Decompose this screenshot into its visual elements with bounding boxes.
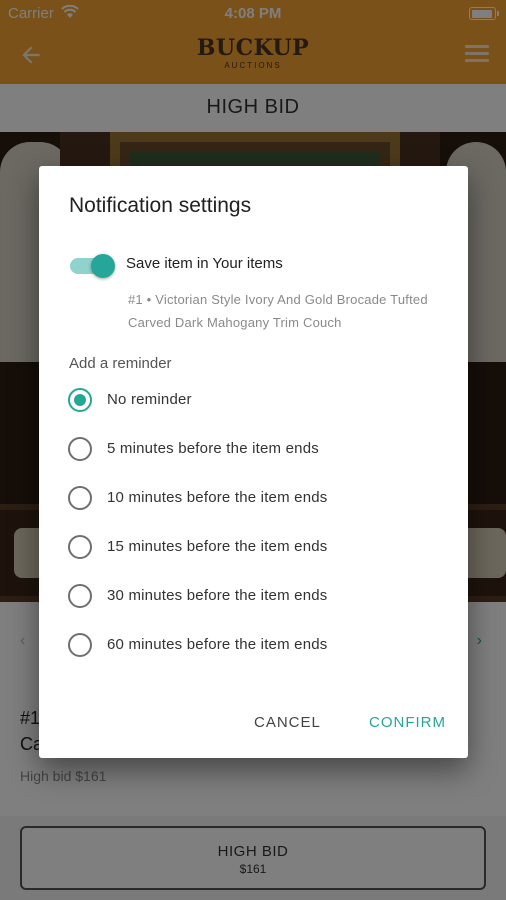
reminder-option-none[interactable]: No reminder <box>68 385 448 417</box>
reminder-option-60-min[interactable]: 60 minutes before the item ends <box>68 630 448 662</box>
notification-settings-dialog: Notification settings Save item in Your … <box>39 166 468 758</box>
save-item-label: Save item in Your items <box>126 255 283 272</box>
cancel-button[interactable]: CANCEL <box>254 714 321 731</box>
save-item-toggle[interactable] <box>70 254 116 278</box>
confirm-button[interactable]: CONFIRM <box>369 714 446 731</box>
radio-button[interactable] <box>68 535 92 559</box>
radio-button[interactable] <box>68 633 92 657</box>
app-screen: Carrier 4:08 PM BUCKUP AUCTIONS HIGH BID <box>0 0 506 900</box>
reminder-option-5-min[interactable]: 5 minutes before the item ends <box>68 434 448 466</box>
radio-button[interactable] <box>68 584 92 608</box>
reminder-option-label: 15 minutes before the item ends <box>107 538 328 555</box>
reminder-option-15-min[interactable]: 15 minutes before the item ends <box>68 532 448 564</box>
reminder-heading: Add a reminder <box>69 355 172 372</box>
reminder-option-30-min[interactable]: 30 minutes before the item ends <box>68 581 448 613</box>
radio-button[interactable] <box>68 437 92 461</box>
reminder-option-10-min[interactable]: 10 minutes before the item ends <box>68 483 448 515</box>
radio-button[interactable] <box>68 388 92 412</box>
reminder-option-label: 30 minutes before the item ends <box>107 587 328 604</box>
reminder-option-label: 60 minutes before the item ends <box>107 636 328 653</box>
reminder-option-label: 10 minutes before the item ends <box>107 489 328 506</box>
dialog-title: Notification settings <box>69 194 252 217</box>
radio-button[interactable] <box>68 486 92 510</box>
reminder-option-label: No reminder <box>107 391 192 408</box>
item-description: #1 • Victorian Style Ivory And Gold Broc… <box>128 292 428 330</box>
reminder-option-label: 5 minutes before the item ends <box>107 440 319 457</box>
